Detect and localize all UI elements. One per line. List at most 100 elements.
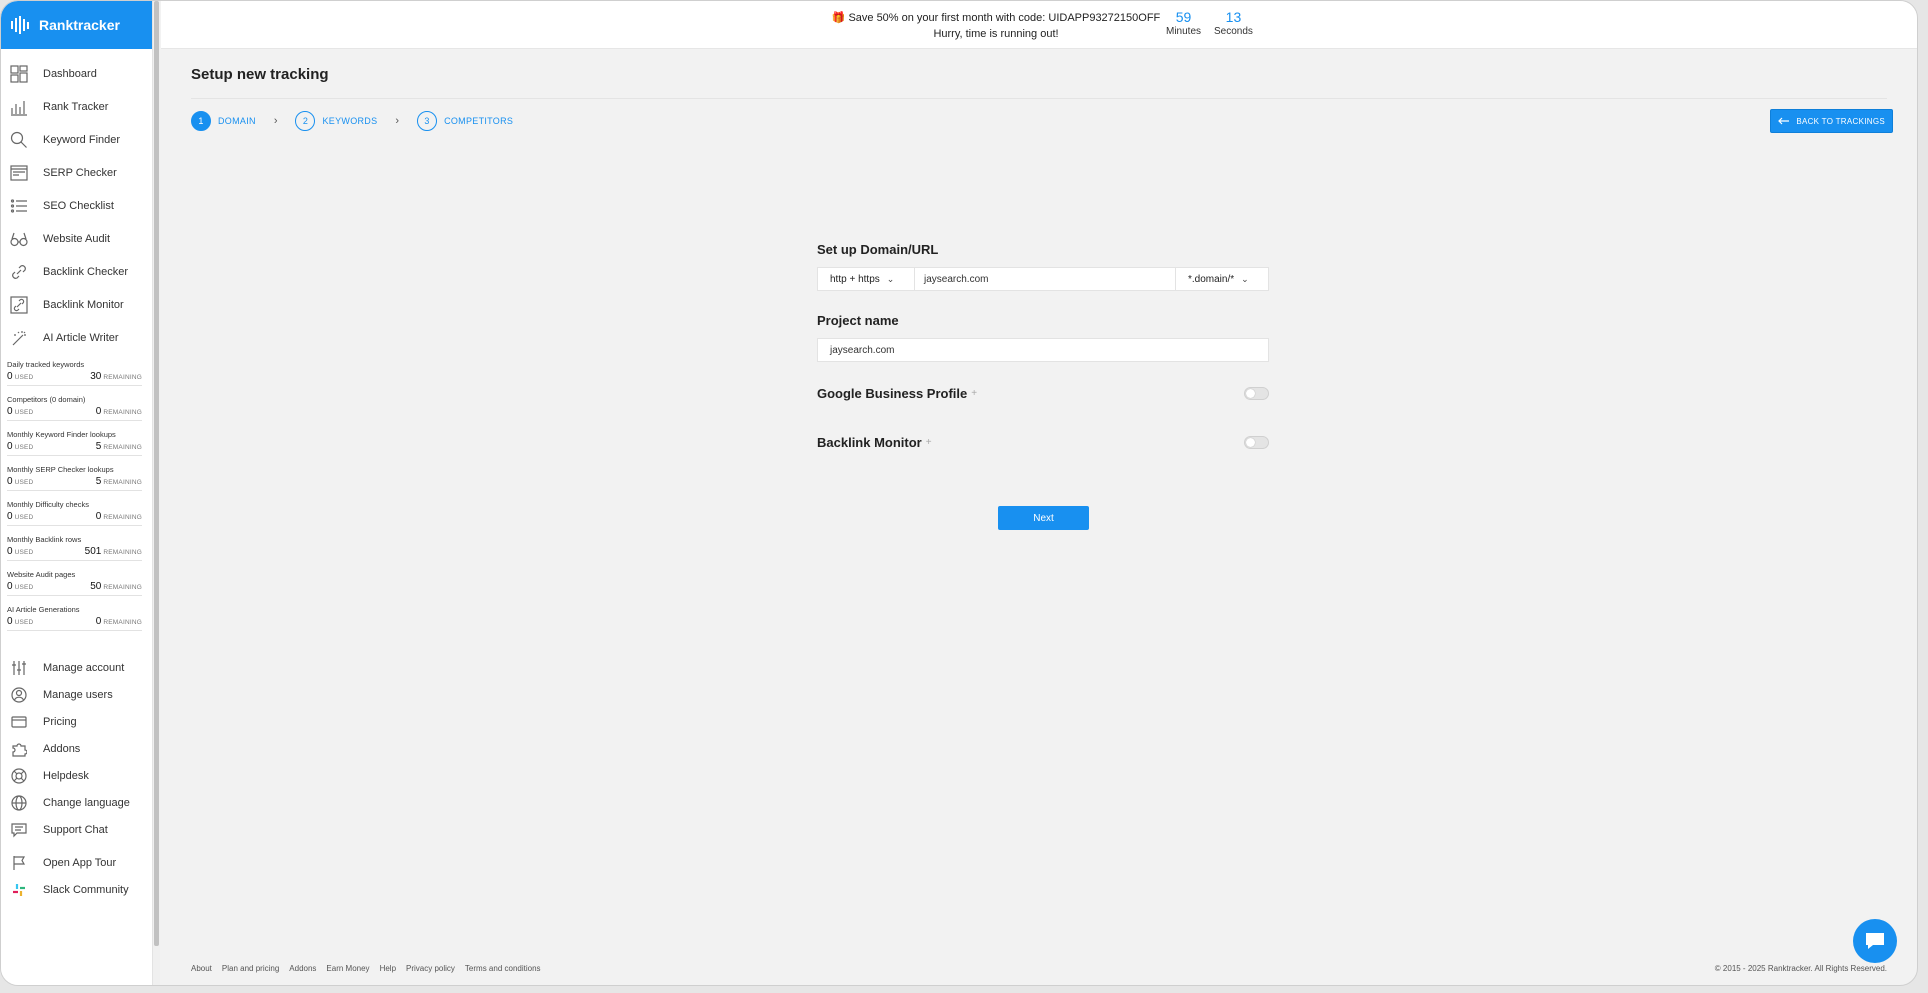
step-label: DOMAIN: [218, 116, 256, 126]
sidebar-item-dashboard[interactable]: Dashboard: [1, 57, 152, 90]
sidebar-item-website-audit[interactable]: Website Audit: [1, 222, 152, 255]
chevron-down-icon: ⌄: [886, 273, 895, 284]
footer-link-addons[interactable]: Addons: [289, 964, 316, 973]
quota-item: Monthly Difficulty checks 0 USED 0 REMAINING: [7, 500, 142, 526]
monitor-link-icon: [9, 295, 29, 315]
quota-used: 0 USED: [7, 476, 33, 487]
sidebar: Ranktracker Dashboard Rank Tracker Keywo…: [1, 1, 153, 985]
protocol-value: http + https: [830, 273, 880, 285]
backlink-monitor-toggle[interactable]: [1244, 436, 1269, 449]
quota-title: Monthly Difficulty checks: [7, 500, 89, 509]
scope-select[interactable]: *.domain/* ⌄: [1175, 268, 1268, 290]
sidebar-item-label: SEO Checklist: [43, 199, 114, 212]
sidebar-item-ai-article-writer[interactable]: AI Article Writer: [1, 321, 152, 354]
quota-title: Daily tracked keywords: [7, 360, 85, 369]
remaining-label: REMAINING: [103, 619, 142, 626]
backlink-label-group: Backlink Monitor +: [817, 435, 932, 450]
remaining-label: REMAINING: [103, 374, 142, 381]
sidebar-item-manage-account[interactable]: Manage account: [1, 654, 152, 681]
used-count: 0: [7, 616, 13, 627]
footer-link-plan-pricing[interactable]: Plan and pricing: [222, 964, 279, 973]
quota-item: Website Audit pages 0 USED 50 REMAINING: [7, 570, 142, 596]
sidebar-item-keyword-finder[interactable]: Keyword Finder: [1, 123, 152, 156]
step-competitors[interactable]: 3 COMPETITORS: [417, 111, 513, 131]
footer-link-help[interactable]: Help: [380, 964, 396, 973]
remaining-label: REMAINING: [103, 549, 142, 556]
credit-card-icon: [9, 712, 29, 732]
sidebar-item-addons[interactable]: Addons: [1, 735, 152, 762]
quota-item: Competitors (0 domain) 0 USED 0 REMAINING: [7, 395, 142, 421]
protocol-select[interactable]: http + https ⌄: [818, 268, 915, 290]
quota-values: 0 USED 5 REMAINING: [7, 441, 142, 452]
flag-icon: [9, 853, 29, 873]
footer-link-earn-money[interactable]: Earn Money: [326, 964, 369, 973]
quota-remaining: 5 REMAINING: [96, 476, 142, 487]
footer-link-about[interactable]: About: [191, 964, 212, 973]
remaining-count: 5: [95, 476, 102, 487]
sidebar-item-manage-users[interactable]: Manage users: [1, 681, 152, 708]
back-button-label: BACK TO TRACKINGS: [1796, 116, 1885, 126]
gbp-toggle[interactable]: [1244, 387, 1269, 400]
sidebar-item-slack-community[interactable]: Slack Community: [1, 876, 152, 903]
remaining-count: 5: [95, 441, 102, 452]
sidebar-item-seo-checklist[interactable]: SEO Checklist: [1, 189, 152, 222]
sidebar-item-rank-tracker[interactable]: Rank Tracker: [1, 90, 152, 123]
step-keywords[interactable]: 2 KEYWORDS: [295, 111, 377, 131]
next-button[interactable]: Next: [998, 506, 1089, 530]
quota-item: Monthly Keyword Finder lookups 0 USED 5 REMA…: [7, 430, 142, 456]
scope-value: *.domain/*: [1188, 273, 1235, 285]
sidebar-item-pricing[interactable]: Pricing: [1, 708, 152, 735]
quota-values: 0 USED 0 REMAINING: [7, 406, 142, 417]
footer-link-privacy[interactable]: Privacy policy: [406, 964, 455, 973]
lifebuoy-icon: [9, 766, 29, 786]
quota-item: Daily tracked keywords 0 USED 30 REMAINING: [7, 360, 142, 386]
slack-icon: [9, 880, 29, 900]
remaining-label: REMAINING: [103, 444, 142, 451]
quota-used: 0 USED: [7, 441, 33, 452]
sidebar-item-label: SERP Checker: [43, 166, 117, 179]
quota-used: 0 USED: [7, 371, 33, 382]
scrollbar-thumb[interactable]: [154, 1, 159, 946]
sidebar-item-label: Slack Community: [43, 883, 129, 896]
step-number: 3: [417, 111, 438, 131]
keyword-search-icon: [9, 130, 29, 150]
used-count: 0: [7, 511, 13, 522]
dashboard-icon: [9, 64, 29, 84]
quota-used: 0 USED: [7, 406, 33, 417]
domain-url-input[interactable]: jaysearch.com: [915, 268, 1175, 290]
sidebar-item-label: Addons: [43, 742, 81, 755]
step-domain[interactable]: 1 DOMAIN: [191, 111, 256, 131]
sidebar-item-label: Pricing: [43, 715, 77, 728]
project-name-input[interactable]: jaysearch.com: [817, 338, 1269, 362]
used-count: 0: [7, 476, 13, 487]
back-to-trackings-button[interactable]: BACK TO TRACKINGS: [1770, 109, 1893, 133]
sidebar-item-helpdesk[interactable]: Helpdesk: [1, 762, 152, 789]
quota-used: 0 USED: [7, 616, 33, 627]
brand-logo[interactable]: Ranktracker: [1, 1, 152, 49]
countdown-seconds: 13 Seconds: [1214, 9, 1253, 37]
globe-icon: [9, 793, 29, 813]
sidebar-scrollbar[interactable]: [153, 1, 160, 985]
step-number: 1: [191, 111, 211, 131]
sidebar-item-open-app-tour[interactable]: Open App Tour: [1, 849, 152, 876]
sidebar-item-label: AI Article Writer: [43, 331, 119, 344]
sidebar-item-support-chat[interactable]: Support Chat: [1, 816, 152, 843]
remaining-count: 0: [95, 616, 102, 627]
minutes-value: 59: [1175, 9, 1192, 25]
page-title: Setup new tracking: [191, 66, 329, 83]
setup-stepper: 1 DOMAIN › 2 KEYWORDS › 3 COMPETITORS: [191, 111, 513, 131]
project-name-label: Project name: [817, 313, 899, 328]
sidebar-item-backlink-checker[interactable]: Backlink Checker: [1, 255, 152, 288]
remaining-count: 30: [90, 371, 102, 382]
sidebar-item-serp-checker[interactable]: SERP Checker: [1, 156, 152, 189]
addon-plus-icon: +: [971, 388, 978, 399]
sidebar-item-backlink-monitor[interactable]: Backlink Monitor: [1, 288, 152, 321]
used-label: USED: [14, 409, 34, 416]
live-chat-button[interactable]: [1853, 919, 1897, 963]
sidebar-item-change-language[interactable]: Change language: [1, 789, 152, 816]
logo-bars-icon: [11, 16, 29, 34]
footer-link-terms[interactable]: Terms and conditions: [465, 964, 541, 973]
quota-title: Website Audit pages: [7, 570, 76, 579]
magic-wand-icon: [9, 328, 29, 348]
used-label: USED: [14, 584, 34, 591]
